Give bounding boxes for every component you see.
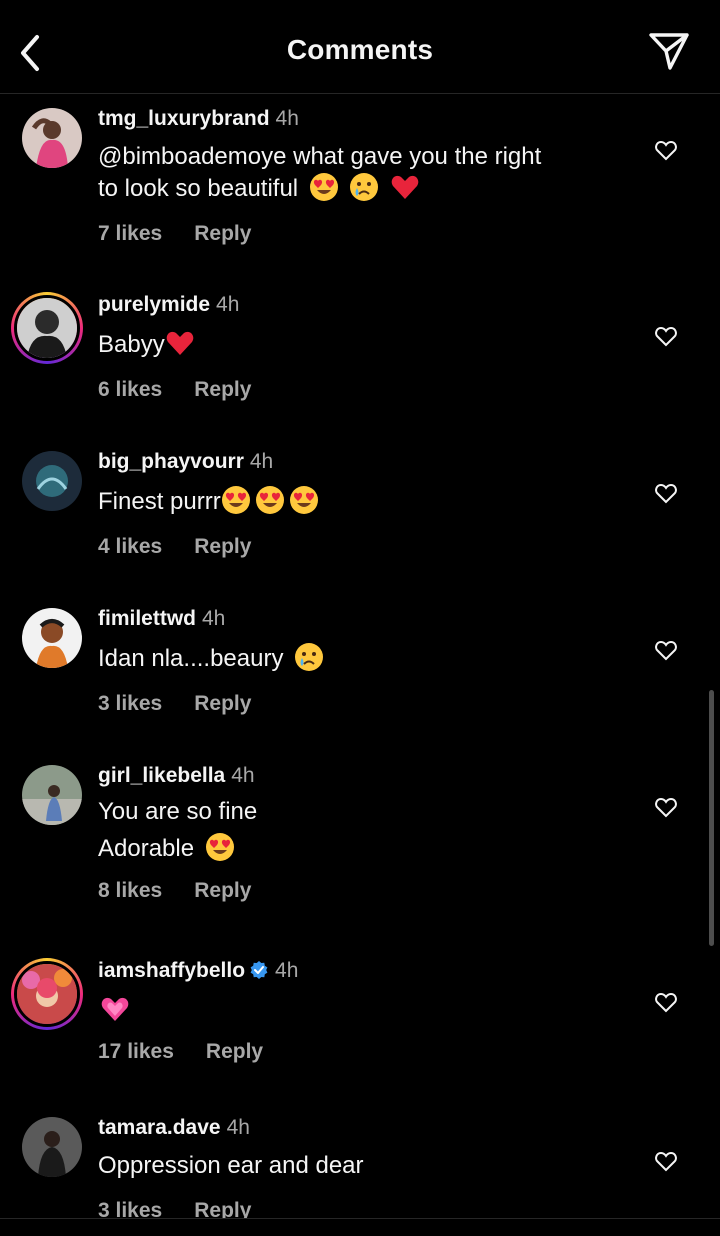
red-heart-emoji-icon [165,328,195,358]
comment-text: You are so fine Adorable [98,793,618,867]
heart-outline-icon [655,640,677,661]
reply-button[interactable]: Reply [194,879,251,902]
reply-button[interactable]: Reply [194,222,251,245]
page-title: Comments [286,34,434,65]
comment-text: @bimboademoye what gave you the right to… [98,142,618,204]
comment-likes[interactable]: 6 likes [98,378,162,401]
heart-outline-icon [655,140,677,161]
comment-username[interactable]: iamshaffybello [98,959,245,982]
reply-button[interactable]: Reply [194,1199,251,1218]
heart-eyes-emoji-icon [205,832,235,862]
heart-eyes-emoji-icon [255,485,285,515]
crying-face-emoji-icon [294,642,324,672]
comment-username[interactable]: tmg_luxurybrand [98,107,270,130]
like-button[interactable] [654,324,678,348]
heart-outline-icon [655,483,677,504]
growing-heart-emoji-icon [100,994,130,1024]
comment-time: 4h [249,450,274,473]
comment-text: Idan nla....beaury [98,642,618,674]
comment-line: Idan nla....beaury [98,645,284,672]
comment-text: Babyy [98,328,618,360]
comment-username[interactable]: girl_likebella [98,764,225,787]
comment-likes[interactable]: 3 likes [98,1199,162,1218]
comment-username[interactable]: fimilettwd [98,607,196,630]
comment-time: 4h [275,959,299,982]
comment-text: Oppression ear and dear [98,1151,618,1181]
comment-likes[interactable]: 3 likes [98,692,162,715]
comment-likes[interactable]: 4 likes [98,535,162,558]
comment-likes[interactable]: 7 likes [98,222,162,245]
heart-outline-icon [655,992,677,1013]
comment-line: @bimboademoye what gave you the right [98,143,542,170]
avatar[interactable] [22,608,82,668]
heart-outline-icon [655,1151,677,1172]
heart-eyes-emoji-icon [309,172,339,202]
avatar[interactable] [22,108,82,168]
heart-outline-icon [655,797,677,818]
crying-face-emoji-icon [349,172,379,202]
red-heart-emoji-icon [390,172,420,202]
comment-list: tmg_luxurybrand 4h @bimboademoye what gav… [0,94,720,1218]
comment-time: 4h [216,293,240,316]
comment-time: 4h [231,764,255,787]
comment-line: Adorable [98,835,195,862]
reply-button[interactable]: Reply [194,535,251,558]
comment-text: Finest purrr [98,485,618,517]
header: Comments [0,0,720,94]
like-button[interactable] [654,481,678,505]
avatar[interactable] [22,451,82,511]
heart-eyes-emoji-icon [289,485,319,515]
verified-badge-icon [250,961,268,979]
comment-username[interactable]: big_phayvourr [98,450,244,473]
scrollbar[interactable] [709,690,714,946]
avatar[interactable] [22,765,82,825]
comment-line: You are so fine [98,798,258,825]
avatar[interactable] [11,292,83,364]
like-button[interactable] [654,795,678,819]
divider [0,1218,720,1219]
comment-text [98,994,618,1026]
comment-likes[interactable]: 17 likes [98,1040,174,1063]
paper-plane-icon [649,33,689,70]
share-button[interactable] [648,30,690,72]
comment-username[interactable]: tamara.dave [98,1116,221,1139]
comment-line: Oppression ear and dear [98,1152,364,1179]
like-button[interactable] [654,1149,678,1173]
avatar[interactable] [11,958,83,1030]
like-button[interactable] [654,638,678,662]
comment-username[interactable]: purelymide [98,293,210,316]
reply-button[interactable]: Reply [194,378,251,401]
avatar[interactable] [22,1117,82,1177]
comment-likes[interactable]: 8 likes [98,879,162,902]
reply-button[interactable]: Reply [206,1040,263,1063]
comment-line: Babyy [98,331,165,358]
heart-eyes-emoji-icon [221,485,251,515]
comment-line: to look so beautiful [98,175,299,202]
comment-time: 4h [202,607,226,630]
comment-time: 4h [275,107,299,130]
comment-time: 4h [226,1116,250,1139]
like-button[interactable] [654,990,678,1014]
heart-outline-icon [655,326,677,347]
comment-line: Finest purrr [98,488,221,515]
reply-button[interactable]: Reply [194,692,251,715]
like-button[interactable] [654,138,678,162]
